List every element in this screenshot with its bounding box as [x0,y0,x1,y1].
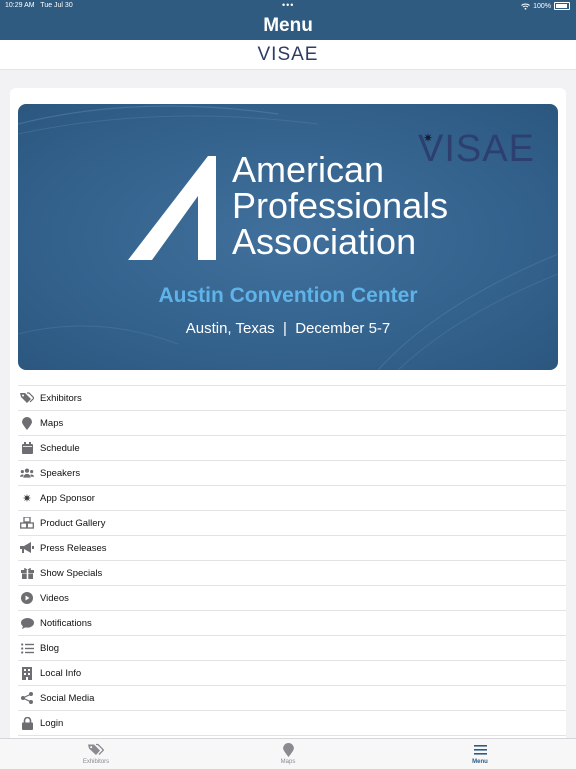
status-date: Tue Jul 30 [40,2,73,9]
menu-item-label: Exhibitors [40,392,82,404]
association-name: American Professionals Association [232,152,448,260]
menu-item-notifications[interactable]: Notifications [18,610,566,635]
menu-item-app-sponsor[interactable]: ✷ App Sponsor [18,485,566,510]
navigation-bar: Menu [0,12,576,40]
tab-maps[interactable]: Maps [248,743,328,765]
menu-icon [473,745,487,755]
cubes-icon [20,516,34,530]
association-name-line: American [232,149,385,190]
star-burst-icon: ✷ [22,492,32,505]
gift-icon [20,566,34,580]
menu-item-press-releases[interactable]: Press Releases [18,535,566,560]
menu-item-show-specials[interactable]: Show Specials [18,560,566,585]
menu-item-social-media[interactable]: Social Media [18,685,566,710]
menu-item-exhibitors[interactable]: Exhibitors [18,385,566,410]
megaphone-icon [20,541,34,555]
menu-item-label: Login [40,717,64,729]
status-bar: 10:29 AM Tue Jul 30 ••• 100% [0,0,576,12]
association-a-logo-icon [128,156,216,260]
play-circle-icon [20,591,34,605]
brand-bar: VISAE [0,40,576,70]
menu-item-label: Blog [40,642,60,654]
multitasking-dots-icon[interactable]: ••• [282,0,294,10]
status-time: 10:29 AM [5,2,35,9]
menu-item-label: Notifications [40,617,92,629]
page-title: Menu [263,15,313,36]
wifi-icon [521,3,530,10]
map-pin-icon [282,743,294,757]
map-pin-icon [20,416,34,430]
tab-label: Menu [472,759,488,765]
menu-list: Exhibitors Maps Schedule Speakers ✷ App … [18,385,566,736]
menu-item-label: Schedule [40,442,80,454]
menu-item-label: App Sponsor [40,492,95,504]
menu-item-label: Local Info [40,667,82,679]
tags-icon [88,743,104,755]
menu-item-label: Maps [40,417,64,429]
association-name-line: Association [232,221,417,262]
battery-icon [554,2,570,10]
menu-item-label: Videos [40,592,69,604]
tab-exhibitors[interactable]: Exhibitors [56,743,136,765]
tab-label: Exhibitors [82,759,110,765]
tags-icon [20,391,34,405]
event-details: Austin, Texas | December 5-7 [185,320,391,337]
menu-item-label: Speakers [40,467,81,479]
users-icon [20,466,34,480]
brand-logo: VISAE [257,44,319,65]
venue-name: Austin Convention Center [158,284,418,307]
menu-item-label: Press Releases [40,542,107,554]
battery-percent: 100% [533,2,551,10]
association-name-line: Professionals [232,185,449,226]
status-indicators: 100% [521,2,570,10]
menu-item-login[interactable]: Login [18,710,566,736]
menu-item-maps[interactable]: Maps [18,410,566,435]
calendar-icon [20,441,34,455]
menu-item-videos[interactable]: Videos [18,585,566,610]
menu-item-speakers[interactable]: Speakers [18,460,566,485]
list-icon [20,641,34,655]
tab-bar: Exhibitors Maps Menu [0,738,576,769]
share-icon [20,691,34,705]
chat-bubble-icon [20,616,34,630]
lock-icon [20,716,34,730]
menu-item-product-gallery[interactable]: Product Gallery [18,510,566,535]
building-icon [20,666,34,680]
menu-item-label: Product Gallery [40,517,106,529]
tab-menu[interactable]: Menu [440,743,520,765]
status-time-date: 10:29 AM Tue Jul 30 [5,2,73,9]
menu-item-label: Show Specials [40,567,103,579]
menu-item-local-info[interactable]: Local Info [18,660,566,685]
menu-item-blog[interactable]: Blog [18,635,566,660]
tab-label: Maps [280,759,296,765]
menu-item-label: Social Media [40,692,95,704]
menu-item-schedule[interactable]: Schedule [18,435,566,460]
